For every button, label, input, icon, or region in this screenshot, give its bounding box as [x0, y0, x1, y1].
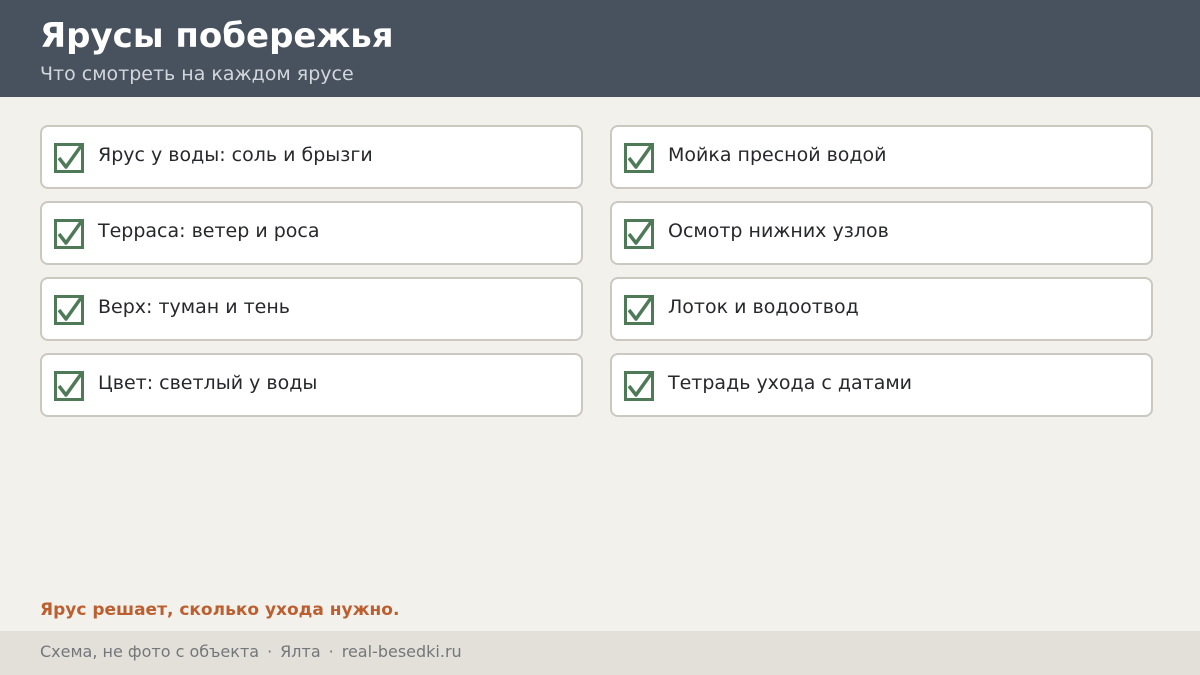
checklist-item-label: Верх: туман и тень	[98, 296, 290, 318]
footer-text: Схема, не фото с объекта · Ялта · real-besed…	[40, 641, 462, 663]
checkbox-checked-icon	[54, 219, 84, 249]
footer-separator: ·	[328, 642, 334, 661]
footer-location: Ялта	[280, 642, 321, 661]
footer: Схема, не фото с объекта · Ялта · real-besed…	[0, 631, 1200, 675]
checklist-item-label: Ярус у воды: соль и брызги	[98, 144, 373, 166]
checklist-item-label: Тетрадь ухода с датами	[668, 372, 913, 394]
checkbox-checked-icon	[54, 295, 84, 325]
checkbox-checked-icon	[54, 371, 84, 401]
checklist-item-label: Мойка пресной водой	[668, 144, 887, 166]
checklist-item: Осмотр нижних узлов	[610, 201, 1153, 265]
checklist-item-label: Терраса: ветер и роса	[98, 220, 320, 242]
checklist-item: Терраса: ветер и роса	[40, 201, 583, 265]
footer-separator: ·	[267, 642, 273, 661]
checklist-item: Мойка пресной водой	[610, 125, 1153, 189]
checkbox-checked-icon	[624, 143, 654, 173]
checklist-item-label: Лоток и водоотвод	[668, 296, 859, 318]
checklist-item-label: Цвет: светлый у воды	[98, 372, 318, 394]
checklist-item: Цвет: светлый у воды	[40, 353, 583, 417]
checklist-item: Верх: туман и тень	[40, 277, 583, 341]
page-title: Ярусы побережья	[40, 16, 394, 56]
checkbox-checked-icon	[54, 143, 84, 173]
checklist-item-label: Осмотр нижних узлов	[668, 220, 889, 242]
checkbox-checked-icon	[624, 371, 654, 401]
checklist-item: Ярус у воды: соль и брызги	[40, 125, 583, 189]
header: Ярусы побережья Что смотреть на каждом я…	[0, 0, 1200, 97]
checklist-item: Тетрадь ухода с датами	[610, 353, 1153, 417]
page-subtitle: Что смотреть на каждом ярусе	[40, 63, 354, 85]
footer-caption: Схема, не фото с объекта	[40, 642, 260, 661]
checkbox-checked-icon	[624, 219, 654, 249]
checkbox-checked-icon	[624, 295, 654, 325]
checklist-item: Лоток и водоотвод	[610, 277, 1153, 341]
footer-site: real-besedki.ru	[341, 642, 462, 661]
summary-note: Ярус решает, сколько ухода нужно.	[40, 600, 400, 620]
